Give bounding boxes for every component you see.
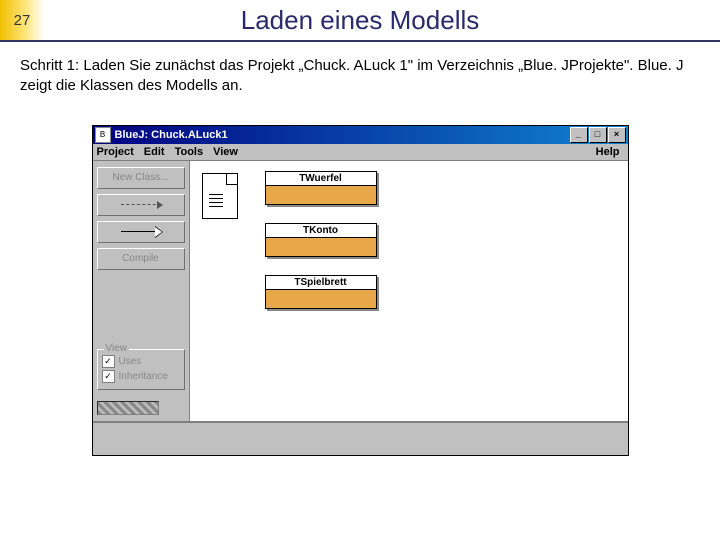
slide-title: Laden eines Modells bbox=[44, 5, 720, 36]
dependency-arrow-button[interactable] bbox=[97, 194, 185, 216]
menu-project[interactable]: Project bbox=[97, 146, 134, 158]
object-bench[interactable] bbox=[93, 421, 628, 455]
readme-icon[interactable] bbox=[202, 173, 238, 219]
uses-label: Uses bbox=[119, 356, 142, 367]
inheritance-arrow-button[interactable] bbox=[97, 221, 185, 243]
maximize-button[interactable]: □ bbox=[589, 127, 607, 143]
menu-view[interactable]: View bbox=[213, 146, 238, 158]
class-label: TWuerfel bbox=[266, 172, 376, 186]
bluej-window: B BlueJ: Chuck.ALuck1 _ □ × Project Edit… bbox=[92, 125, 629, 456]
class-box-twuerfel[interactable]: TWuerfel bbox=[265, 171, 377, 205]
class-diagram-canvas[interactable]: TWuerfel TKonto TSpielbrett bbox=[190, 161, 628, 421]
compile-button[interactable]: Compile bbox=[97, 248, 185, 270]
inheritance-label: Inheritance bbox=[119, 371, 168, 382]
slide-body-text: Schritt 1: Laden Sie zunächst das Projek… bbox=[0, 42, 720, 105]
legend-title: View bbox=[104, 343, 130, 354]
class-box-tkonto[interactable]: TKonto bbox=[265, 223, 377, 257]
class-box-tspielbrett[interactable]: TSpielbrett bbox=[265, 275, 377, 309]
app-icon: B bbox=[95, 127, 111, 143]
view-legend: View ✓ Uses ✓ Inheritance bbox=[97, 349, 185, 390]
window-title: BlueJ: Chuck.ALuck1 bbox=[115, 129, 570, 141]
class-label: TSpielbrett bbox=[266, 276, 376, 290]
minimize-button[interactable]: _ bbox=[570, 127, 588, 143]
menu-tools[interactable]: Tools bbox=[175, 146, 204, 158]
progress-indicator bbox=[97, 401, 159, 415]
menu-edit[interactable]: Edit bbox=[144, 146, 165, 158]
side-panel: New Class... Compile View ✓ Uses ✓ Inher… bbox=[93, 161, 190, 421]
menubar: Project Edit Tools View Help bbox=[93, 144, 628, 160]
close-button[interactable]: × bbox=[608, 127, 626, 143]
menu-help[interactable]: Help bbox=[596, 146, 620, 158]
inheritance-checkbox[interactable]: ✓ bbox=[102, 370, 115, 383]
slide-number: 27 bbox=[0, 0, 44, 40]
uses-checkbox[interactable]: ✓ bbox=[102, 355, 115, 368]
new-class-button[interactable]: New Class... bbox=[97, 167, 185, 189]
titlebar: B BlueJ: Chuck.ALuck1 _ □ × bbox=[93, 126, 628, 144]
class-label: TKonto bbox=[266, 224, 376, 238]
